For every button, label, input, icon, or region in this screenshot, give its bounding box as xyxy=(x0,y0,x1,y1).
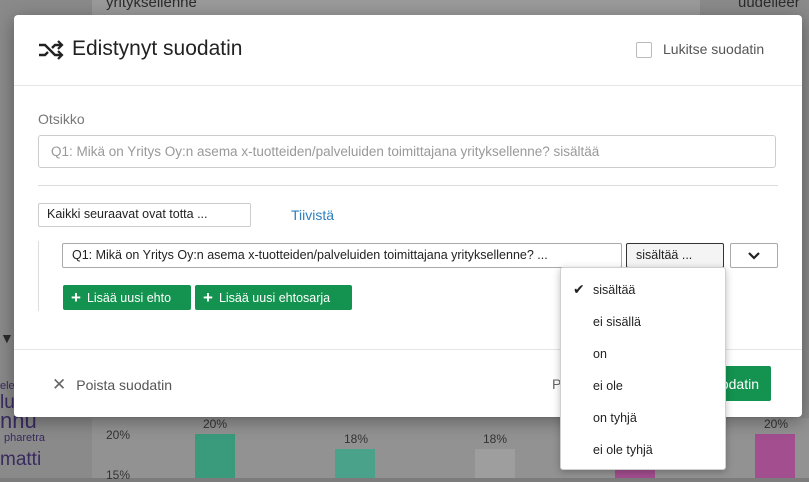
condition-operator-select[interactable]: sisältää ... xyxy=(626,243,724,268)
chart-bar xyxy=(195,434,235,478)
operator-dropdown-menu: ✔ sisältää ei sisällä on ei ole on tyhjä… xyxy=(560,267,726,470)
plus-icon: + xyxy=(203,288,213,307)
axis-tick-label: 20% xyxy=(106,428,131,442)
divider xyxy=(38,185,778,186)
bar-value-label: 20% xyxy=(203,417,228,431)
bar-value-label: 20% xyxy=(764,417,789,431)
dialog-header: Edistynyt suodatin Lukitse suodatin xyxy=(14,15,802,86)
operator-option[interactable]: ei ole tyhjä xyxy=(561,434,725,466)
remove-filter-label: Poista suodatin xyxy=(76,377,172,393)
condition-field-select[interactable]: Q1: Mikä on Yritys Oy:n asema x-tuotteid… xyxy=(62,243,622,268)
background-left-text: matti xyxy=(0,449,42,470)
lock-filter-checkbox[interactable] xyxy=(636,42,652,58)
title-input-placeholder: Q1: Mikä on Yritys Oy:n asema x-tuotteid… xyxy=(51,144,600,159)
add-condition-set-label: Lisää uusi ehtosarja xyxy=(218,290,331,305)
checkmark-icon: ✔ xyxy=(573,281,585,297)
add-condition-button[interactable]: + Lisää uusi ehto xyxy=(63,285,191,310)
condition-scope-select[interactable]: Kaikki seuraavat ovat totta ... xyxy=(38,203,251,227)
background-question-text: yrityksellenne xyxy=(106,0,197,11)
plus-icon: + xyxy=(71,288,81,307)
collapse-link[interactable]: Tiivistä xyxy=(291,207,334,223)
background-left-text: ele xyxy=(0,380,15,392)
add-condition-label: Lisää uusi ehto xyxy=(86,290,172,305)
shuffle-icon xyxy=(39,40,64,60)
filter-icon: ▼ xyxy=(0,330,14,346)
bar-value-label: 18% xyxy=(483,432,508,446)
condition-options-button[interactable] xyxy=(730,243,778,268)
title-field-label: Otsikko xyxy=(38,111,85,127)
operator-option[interactable]: on xyxy=(561,338,725,370)
background-left-text: pharetra xyxy=(4,432,45,444)
chart-bar xyxy=(475,449,515,478)
operator-option[interactable]: ✔ sisältää xyxy=(561,274,725,306)
add-condition-set-button[interactable]: + Lisää uusi ehtosarja xyxy=(195,285,352,310)
chevron-down-icon xyxy=(748,252,760,260)
close-icon: ✕ xyxy=(52,375,67,394)
axis-tick-label: 15% xyxy=(106,468,131,482)
operator-option[interactable]: on tyhjä xyxy=(561,402,725,434)
bar-value-label: 18% xyxy=(344,432,369,446)
operator-option[interactable]: ei ole xyxy=(561,370,725,402)
apply-filter-label: odatin xyxy=(720,375,759,392)
title-input[interactable]: Q1: Mikä on Yritys Oy:n asema x-tuotteid… xyxy=(38,135,776,168)
dialog-title: Edistynyt suodatin xyxy=(72,37,243,60)
remove-filter-button[interactable]: ✕ Poista suodatin xyxy=(52,375,172,395)
operator-option[interactable]: ei sisällä xyxy=(561,306,725,338)
background-right-text: uudelleer xyxy=(738,0,800,11)
chart-bar xyxy=(335,449,375,478)
condition-group-line xyxy=(38,241,39,311)
chart-bar xyxy=(755,434,795,478)
lock-filter-label[interactable]: Lukitse suodatin xyxy=(663,41,764,57)
